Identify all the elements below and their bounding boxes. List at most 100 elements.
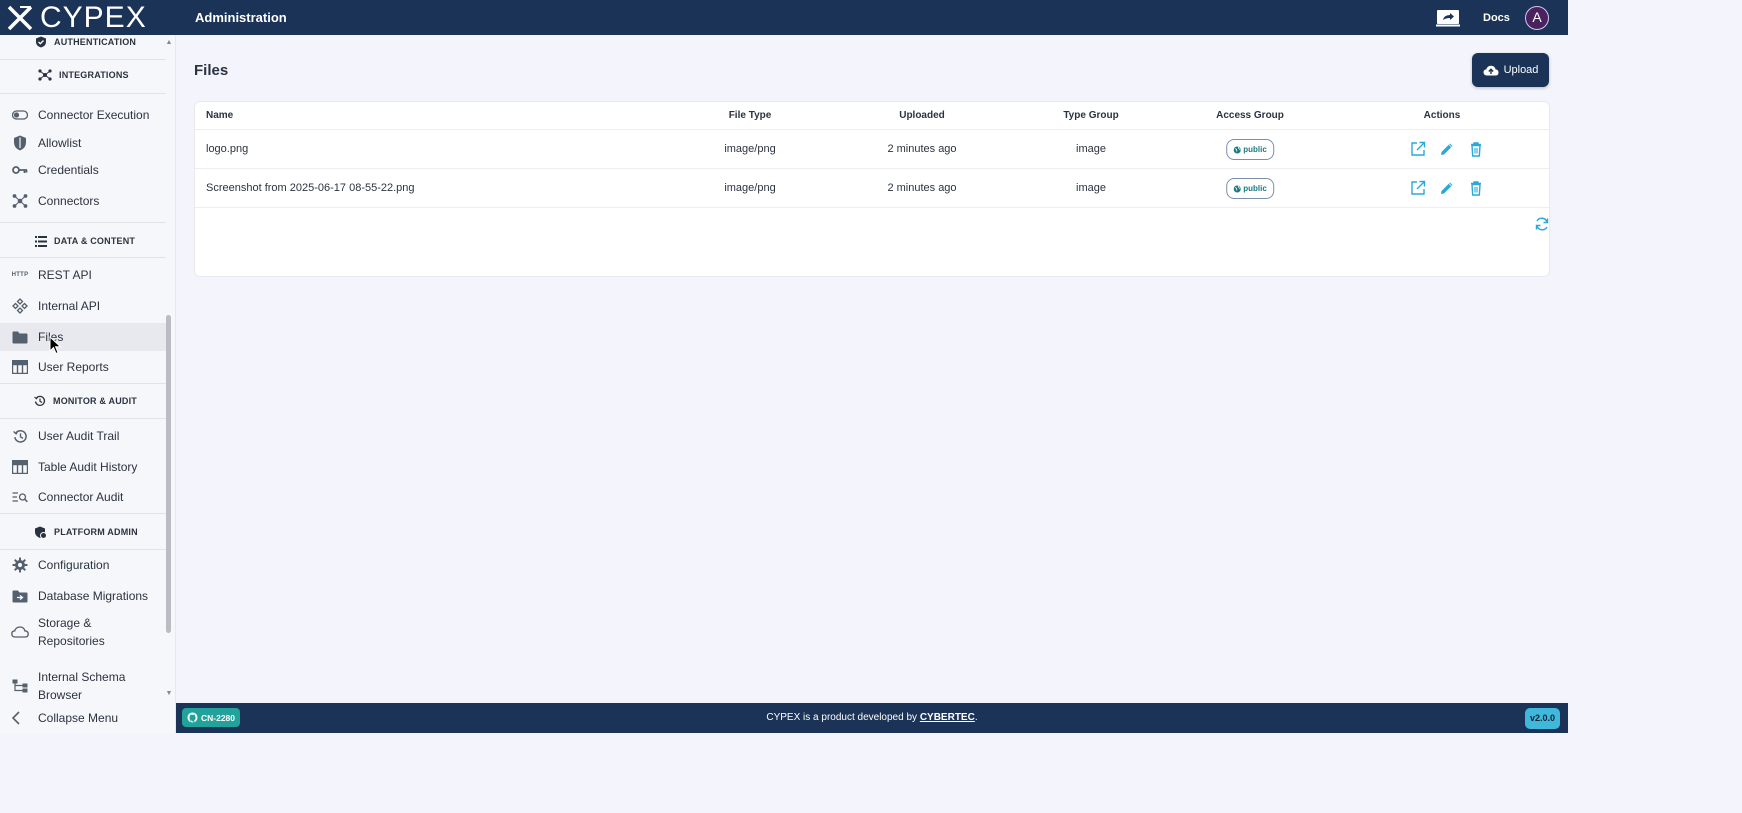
section-label: DATA & CONTENT	[54, 236, 136, 246]
sidebar-item-connectors[interactable]: Connectors	[0, 187, 166, 215]
schema-icon	[12, 679, 28, 693]
admin-shield-icon	[35, 526, 47, 539]
sidebar-item-credentials[interactable]: Credentials	[0, 156, 166, 184]
cell-uploaded: 2 minutes ago	[887, 182, 957, 194]
section-label: PLATFORM ADMIN	[54, 527, 138, 537]
edit-pencil-icon[interactable]	[1439, 141, 1455, 157]
section-data-content[interactable]: DATA & CONTENT	[0, 234, 166, 248]
sidebar-item-table-audit-history[interactable]: Table Audit History	[0, 453, 166, 481]
sidebar-item-internal-schema-browser[interactable]: Internal Schema Browser	[0, 664, 166, 703]
page-title: Files	[194, 62, 229, 79]
upload-button[interactable]: Upload	[1472, 53, 1549, 87]
sidebar-item-configuration[interactable]: Configuration	[0, 551, 166, 579]
section-label: INTEGRATIONS	[59, 70, 129, 80]
sidebar-item-rest-api[interactable]: HTTP REST API	[0, 261, 166, 289]
sidebar-item-connector-audit[interactable]: Connector Audit	[0, 483, 166, 511]
shield-icon	[14, 135, 26, 151]
cell-type-group: image	[1076, 143, 1106, 155]
main-content: Files Upload Name File Type Uploaded Typ…	[176, 35, 1568, 703]
api-icon	[12, 298, 28, 314]
footer-text-suffix: .	[974, 712, 978, 723]
user-avatar[interactable]: A	[1525, 6, 1549, 30]
badge-label: public	[1243, 184, 1267, 193]
sidebar-item-label: Credentials	[38, 163, 99, 177]
sidebar-item-label: Allowlist	[38, 136, 82, 150]
sidebar-item-label: Database Migrations	[38, 589, 149, 603]
upload-button-label: Upload	[1503, 64, 1539, 76]
cell-uploaded: 2 minutes ago	[887, 143, 957, 155]
section-integrations[interactable]: INTEGRATIONS	[0, 66, 166, 84]
history-icon	[12, 429, 27, 443]
chevron-left-icon	[11, 711, 20, 725]
edit-pencil-icon[interactable]	[1439, 180, 1455, 196]
cloud-upload-icon	[1483, 65, 1499, 75]
brand-name: CYPEX	[40, 1, 147, 34]
delete-trash-icon[interactable]	[1468, 180, 1484, 196]
refresh-icon[interactable]	[1534, 216, 1550, 232]
search-list-icon	[12, 492, 28, 503]
cell-type-group: image	[1076, 182, 1106, 194]
cell-name: Screenshot from 2025-06-17 08-55-22.png	[206, 182, 415, 194]
column-header-access-group[interactable]: Access Group	[1216, 102, 1284, 129]
footer: CYPEX is a product developed by CYBERTEC…	[176, 703, 1568, 733]
http-icon: HTTP	[11, 272, 29, 278]
github-icon	[187, 712, 198, 723]
column-header-file-type[interactable]: File Type	[729, 102, 772, 129]
sidebar-item-label: Connector Audit	[38, 490, 124, 504]
sidebar-item-label: Connector Execution	[38, 108, 150, 122]
collapse-menu-label: Collapse Menu	[38, 711, 119, 725]
top-bar: CYPEX Administration Docs A	[0, 0, 1568, 35]
sidebar: AUTHENTICATION ▲ INTEGRATIONS Connector …	[0, 35, 176, 703]
sidebar-item-allowlist[interactable]: Allowlist	[0, 129, 166, 157]
section-label: AUTHENTICATION	[54, 37, 137, 47]
delete-trash-icon[interactable]	[1468, 141, 1484, 157]
cybertec-link[interactable]: CYBERTEC	[920, 712, 975, 723]
section-platform-admin[interactable]: PLATFORM ADMIN	[0, 524, 166, 540]
cypex-logo-icon	[7, 5, 33, 30]
cell-name: logo.png	[206, 143, 249, 155]
folder-move-icon	[12, 590, 28, 602]
open-external-icon[interactable]	[1410, 180, 1426, 196]
scroll-up-arrow[interactable]: ▲	[165, 39, 173, 47]
folder-icon	[12, 331, 28, 343]
cell-file-type: image/png	[724, 143, 776, 155]
sidebar-item-files[interactable]: Files	[0, 323, 166, 351]
cloud-icon	[11, 626, 29, 638]
ticket-label: CN-2280	[201, 712, 236, 723]
column-header-actions: Actions	[1423, 110, 1461, 121]
list-icon	[35, 235, 47, 247]
sidebar-item-label: Internal API	[38, 299, 101, 313]
sidebar-scrollbar[interactable]	[166, 315, 171, 633]
sidebar-item-connector-execution[interactable]: Connector Execution	[0, 101, 166, 129]
column-header-uploaded[interactable]: Uploaded	[899, 102, 945, 129]
sidebar-item-label: Storage & Repositories	[38, 616, 105, 648]
scroll-down-arrow[interactable]: ▼	[165, 690, 173, 698]
gear-icon	[12, 557, 28, 573]
footer-credit: CYPEX is a product developed by CYBERTEC…	[176, 703, 1568, 733]
sidebar-item-label: Internal Schema Browser	[38, 670, 126, 702]
column-header-type-group[interactable]: Type Group	[1063, 102, 1118, 129]
collapse-menu-button[interactable]: Collapse Menu	[0, 703, 176, 733]
section-authentication[interactable]: AUTHENTICATION	[0, 35, 166, 49]
column-header-name[interactable]: Name	[206, 102, 233, 129]
ticket-badge[interactable]: CN-2280	[182, 708, 241, 727]
screen-share-icon[interactable]	[1436, 9, 1460, 27]
footer-text-prefix: CYPEX is a product developed by	[766, 712, 920, 723]
table-icon	[12, 460, 28, 474]
sidebar-item-label: Table Audit History	[38, 460, 138, 474]
sidebar-item-user-audit-trail[interactable]: User Audit Trail	[0, 422, 166, 450]
sidebar-item-user-reports[interactable]: User Reports	[0, 353, 166, 381]
table-row: Screenshot from 2025-06-17 08-55-22.png …	[195, 169, 1549, 208]
sidebar-item-internal-api[interactable]: Internal API	[0, 292, 166, 320]
brand-logo[interactable]: CYPEX	[0, 0, 176, 35]
section-label: MONITOR & AUDIT	[53, 396, 137, 406]
docs-link[interactable]: Docs	[1483, 0, 1510, 36]
sidebar-item-label: User Reports	[38, 360, 109, 374]
open-external-icon[interactable]	[1410, 141, 1426, 157]
app-window: CYPEX Administration Docs A AUTHENTICATI…	[0, 0, 1568, 733]
page-header-title: Administration	[195, 10, 287, 25]
section-monitor-audit[interactable]: MONITOR & AUDIT	[0, 394, 166, 408]
sidebar-item-storage-repositories[interactable]: Storage & Repositories	[0, 610, 166, 654]
table-icon	[12, 360, 28, 374]
sidebar-item-database-migrations[interactable]: Database Migrations	[0, 582, 166, 610]
